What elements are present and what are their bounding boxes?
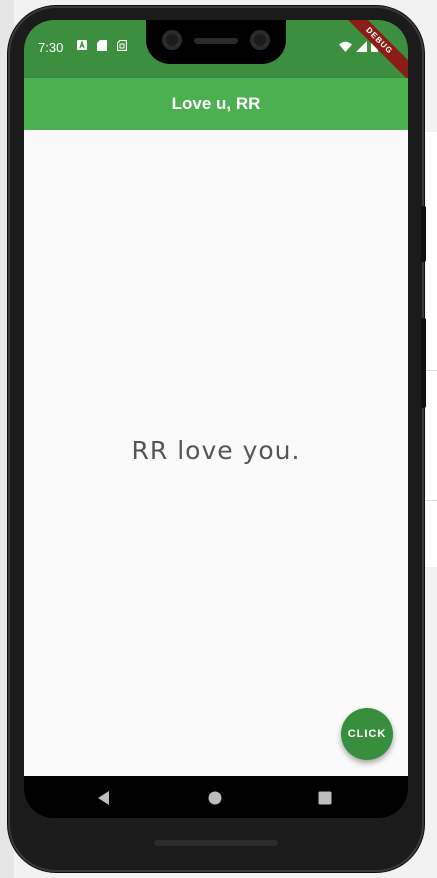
wifi-icon: [339, 39, 352, 57]
app-body: RR love you. CLICK: [24, 130, 408, 776]
home-icon[interactable]: [205, 788, 225, 808]
status-icons-left: [76, 39, 128, 51]
camera-notch: [146, 20, 286, 64]
front-camera-icon: [162, 30, 182, 50]
sim-icon: [116, 39, 128, 51]
back-icon[interactable]: [94, 788, 114, 808]
front-camera-icon: [250, 30, 270, 50]
signal-icon: [356, 39, 367, 57]
volume-rocker[interactable]: [421, 318, 426, 408]
status-bar: 7:30 DEBUG: [24, 20, 408, 85]
app-title: Love u, RR: [171, 94, 261, 113]
recents-icon[interactable]: [315, 788, 335, 808]
power-button[interactable]: [421, 206, 426, 262]
sd-card-icon: [96, 39, 108, 51]
speaker-grille: [154, 840, 278, 846]
phone-screen: 7:30 DEBUG Love u, RR RR love you. CLICK: [24, 20, 408, 818]
status-time: 7:30: [38, 40, 64, 55]
love-message: RR love you.: [131, 436, 301, 465]
phone-frame: 7:30 DEBUG Love u, RR RR love you. CLICK: [8, 6, 424, 872]
click-button[interactable]: CLICK: [341, 708, 393, 760]
a-notification-icon: [76, 39, 88, 51]
app-bar: Love u, RR: [24, 78, 408, 130]
earpiece-speaker: [194, 38, 238, 44]
navigation-bar: [24, 776, 408, 818]
